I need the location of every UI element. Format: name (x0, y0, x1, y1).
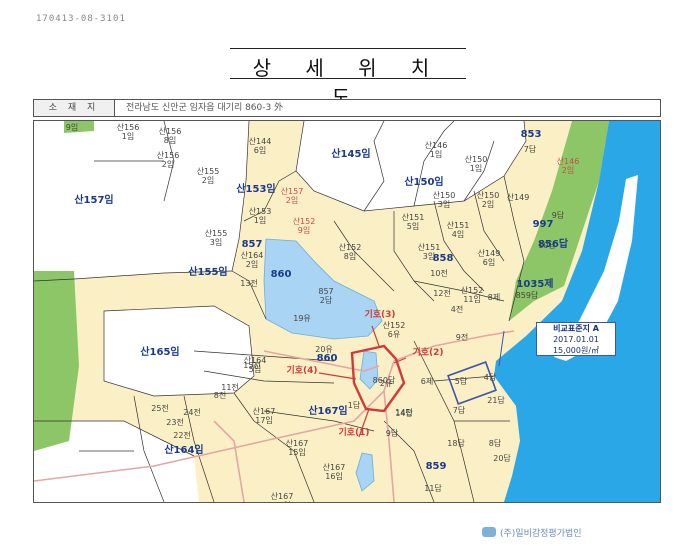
parcel-label: 산167임 (308, 406, 348, 417)
reference-point-price: 15,000원/㎡ (552, 346, 600, 355)
parcel-label: 20유 (315, 345, 333, 354)
parcel-label: 산152 6유 (382, 321, 406, 339)
parcel-label: 8답 (488, 439, 502, 448)
parcel-label: 산156 2임 (156, 151, 180, 169)
parcel-label: 산151 5임 (401, 213, 425, 231)
parcel-label: 산167 16임 (322, 463, 346, 481)
parcel-label: 산151 4임 (446, 221, 470, 239)
parcel-label: 기호(1) (338, 428, 370, 438)
white-land-northwest (34, 121, 249, 281)
parcel-label: 기호(2) (412, 348, 444, 358)
parcel-label: 산156 1임 (116, 123, 140, 141)
parcel-label: 11답 (424, 484, 442, 493)
map-frame[interactable]: 9임 산156 1임 산156 8임산156 2임 산144 6임산145임 산146 1임 853… (33, 120, 661, 503)
parcel-label: 산150 3임 (432, 191, 456, 209)
title-rule-top (230, 48, 466, 49)
parcel-label: 산155 2임 (196, 167, 220, 185)
parcel-label: 산156 8임 (158, 127, 182, 145)
parcel-label: 산157임 (74, 195, 114, 206)
parcel-label: 24전 (183, 408, 201, 417)
parcel-label: 860답 (372, 376, 396, 385)
parcel-label: 997 (532, 219, 554, 230)
parcel-label: 6제 (420, 377, 434, 386)
parcel-label: 산152 9임 (292, 217, 316, 235)
parcel-label: 12전 (433, 289, 451, 298)
address-value: 전라남도 신안군 임자읍 대기리 860-3 外 (126, 103, 284, 113)
parcel-label: 856답 (537, 239, 569, 250)
parcel-label: 산157 2임 (280, 187, 304, 205)
parcel-label: 산16714임 (270, 492, 294, 502)
parcel-label: 9답 (551, 211, 565, 220)
parcel-label: 7답 (523, 145, 537, 154)
parcel-label: 9임 (65, 123, 79, 132)
parcel-label: 산150 2임 (476, 191, 500, 209)
address-box: 소 재 지 전라남도 신안군 임자읍 대기리 860-3 外 (33, 99, 661, 117)
parcel-label: 산153 1임 (248, 207, 272, 225)
parcel-label: 산149 6임 (477, 249, 501, 267)
parcel-label: 산152 8임 (338, 243, 362, 261)
parcel-label: 4전 (450, 305, 464, 314)
parcel-label: 산164임 (164, 445, 204, 456)
parcel-label: 산144 6임 (248, 137, 272, 155)
parcel-label: 853 (520, 129, 542, 140)
parcel-label: 859답 (515, 291, 539, 300)
parcel-label: 18답 (447, 439, 465, 448)
parcel-label: 산146 1임 (424, 141, 448, 159)
parcel-label: 8전 (213, 391, 227, 400)
parcel-label: 산146 2임 (556, 157, 580, 175)
parcel-label: 21답 (487, 396, 505, 405)
parcel-label: 22전 (173, 431, 191, 440)
parcel-label: 857 (241, 239, 263, 250)
parcel-label: 산152 11임 (460, 286, 484, 304)
parcel-label: 25전 (151, 404, 169, 413)
parcel-label: 4답 (483, 373, 497, 382)
parcel-label: 산153임 (236, 184, 276, 195)
parcel-label: 기호(4) (286, 366, 318, 376)
reference-point-box: 비교표준지 A 2017.01.01 15,000원/㎡ (536, 322, 616, 356)
address-label: 소 재 지 (34, 100, 115, 116)
company-logo-icon (482, 527, 496, 537)
parcel-label: 859 (425, 461, 447, 472)
parcel-label: 산167 17임 (252, 407, 276, 425)
parcel-label: 산150임 (404, 177, 444, 188)
parcel-label: 7답 (452, 406, 466, 415)
parcel-label: 19유 (293, 314, 311, 323)
parcel-label: 기호(3) (364, 310, 396, 320)
parcel-label: 15전 (243, 361, 261, 370)
parcel-label: 산150 1임 (464, 155, 488, 173)
reference-point-date: 2017.01.01 (553, 335, 599, 344)
company-name: (주)일비감정평가법인 (500, 529, 582, 539)
parcel-label: 13전 (240, 279, 258, 288)
parcel-label: 산155임 (188, 267, 228, 278)
parcel-label: 860 (270, 269, 292, 280)
parcel-label: 9답 (385, 429, 399, 438)
parcel-label: 857 2답 (318, 287, 334, 305)
parcel-label: 23전 (166, 418, 184, 427)
parcel-label: 산164 2임 (240, 251, 264, 269)
parcel-label: 5답 (454, 377, 468, 386)
parcel-label: 20답 (493, 454, 511, 463)
parcel-label: 산155 3임 (204, 229, 228, 247)
title-rule-bottom (230, 78, 466, 79)
cadastral-map[interactable] (34, 121, 660, 502)
document-id: 170413-08-3101 (36, 14, 126, 24)
parcel-label: 14답 (395, 409, 413, 418)
parcel-label: 858 (432, 253, 454, 264)
parcel-label: 9전 (455, 333, 469, 342)
parcel-label: 산165임 (140, 347, 180, 358)
parcel-label: 산145임 (331, 149, 371, 160)
parcel-label: 산149 (506, 193, 530, 202)
parcel-label: 1035제 (516, 279, 554, 290)
parcel-label: 860 (316, 353, 338, 364)
parcel-label: 10전 (430, 269, 448, 278)
parcel-label: 1답 (347, 401, 361, 410)
reference-point-title: 비교표준지 A (553, 324, 599, 333)
parcel-label: 8제 (487, 293, 501, 302)
parcel-label: 산167 15임 (285, 439, 309, 457)
